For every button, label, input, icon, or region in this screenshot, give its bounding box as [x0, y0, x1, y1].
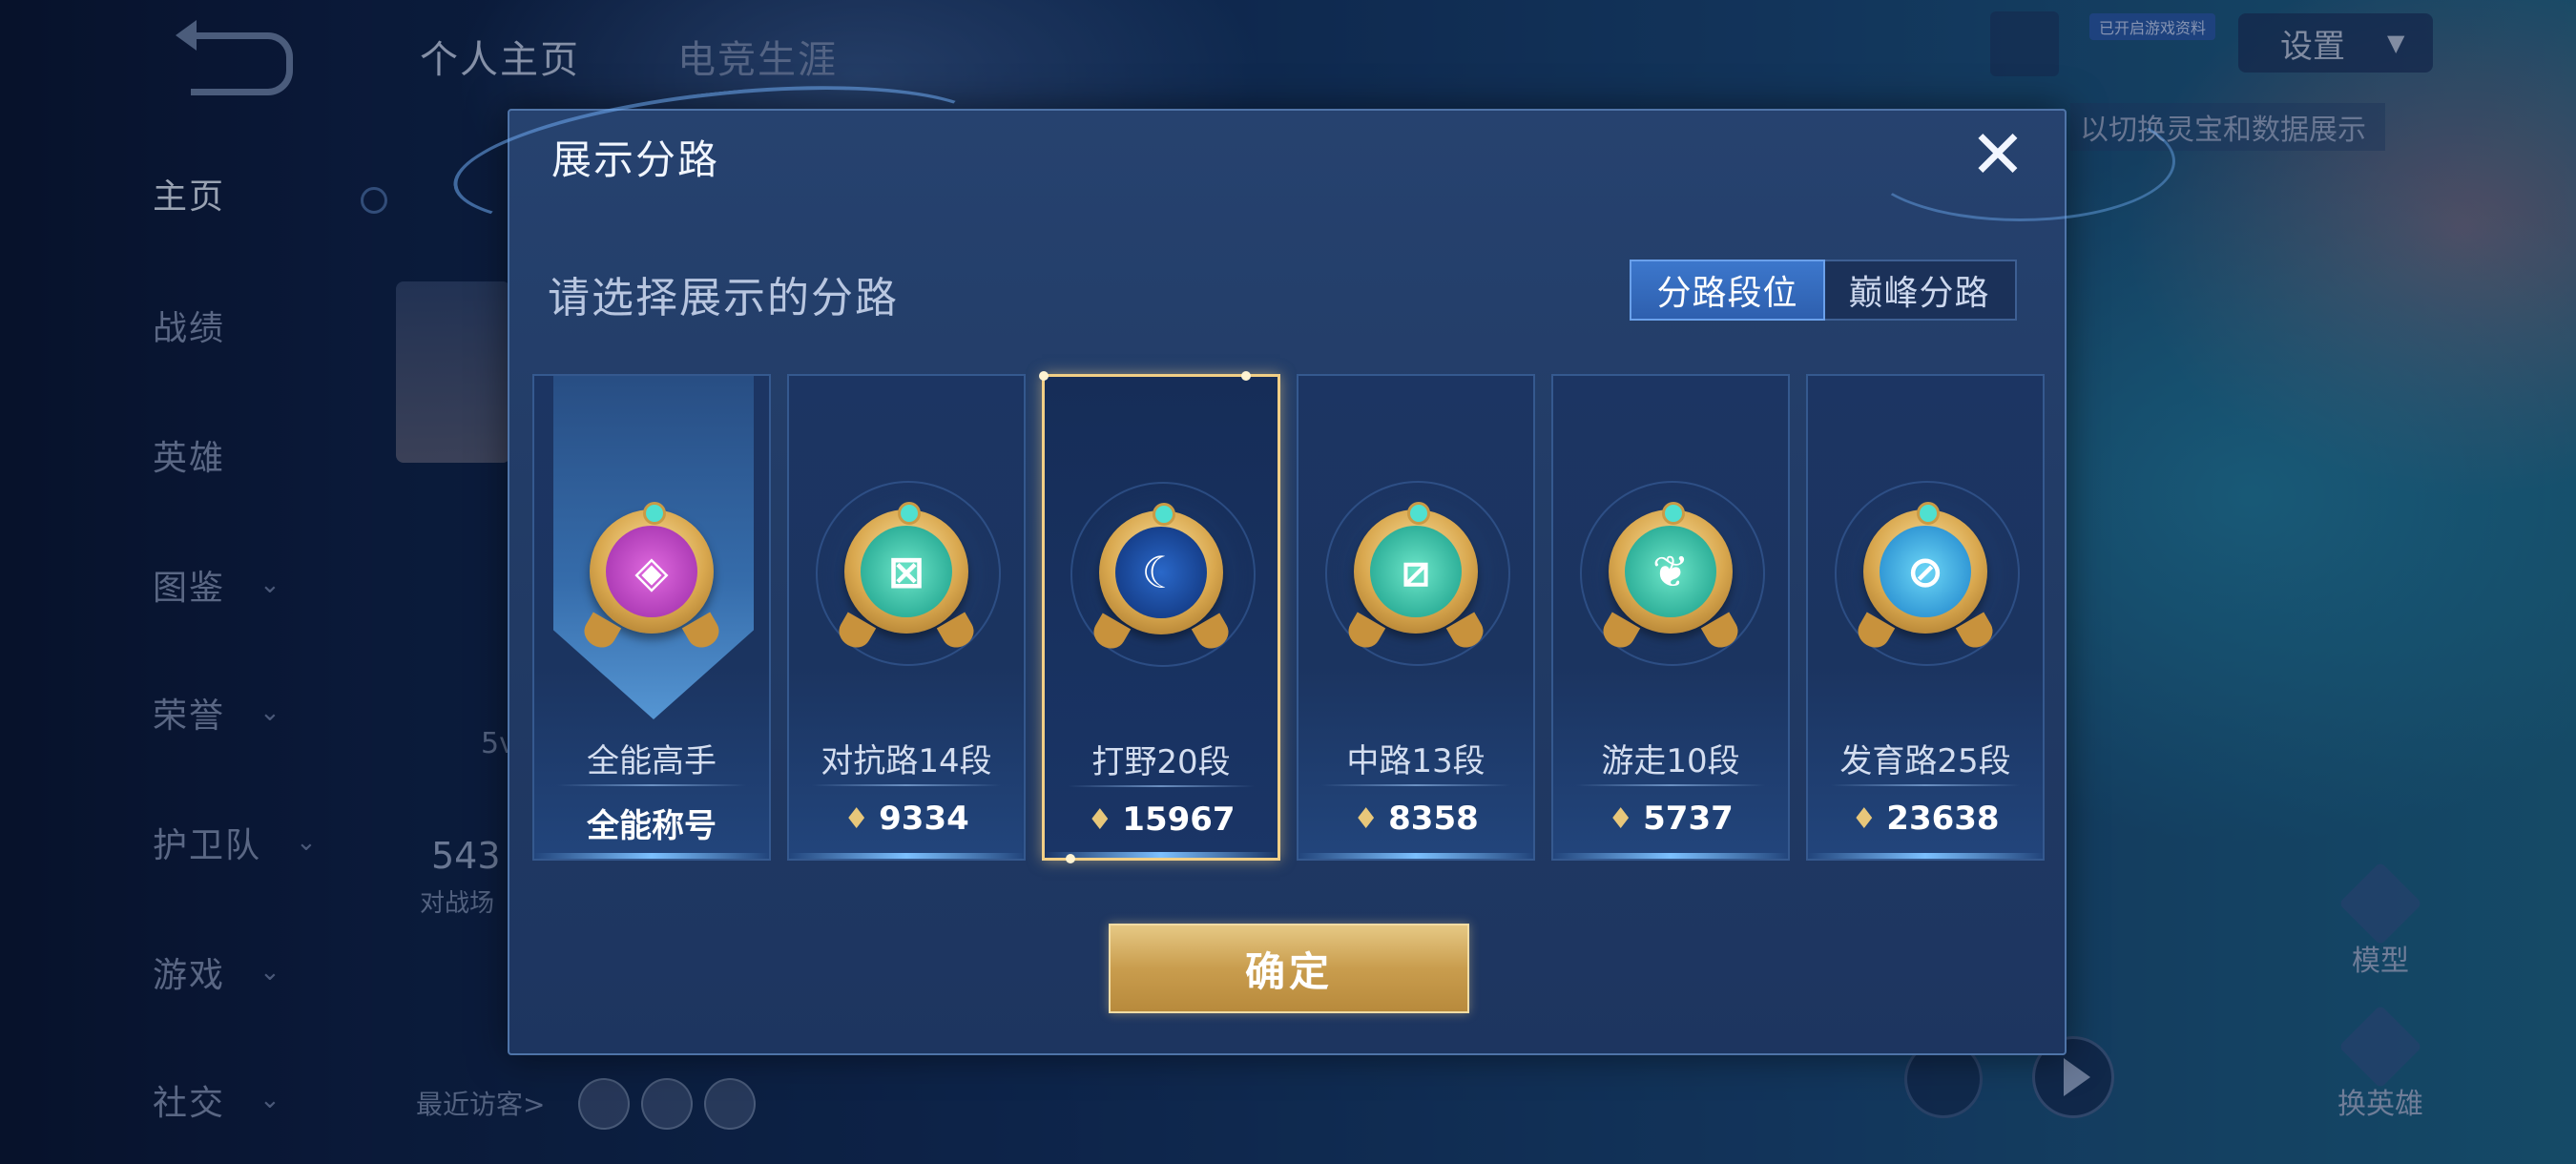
- mid-lane-icon: ⧄: [1370, 526, 1462, 617]
- farm-lane-icon: ⊘: [1880, 526, 1971, 617]
- divider: [1321, 784, 1510, 786]
- lane-name: 游走10段: [1601, 742, 1740, 780]
- points-icon: ♦: [1851, 801, 1878, 836]
- points-icon: ♦: [843, 801, 870, 836]
- card-glow: [1298, 853, 1533, 859]
- badge-gem: [1153, 503, 1175, 526]
- lane-card[interactable]: ❦ 游走10段 ♦ 5737: [1551, 374, 1790, 861]
- lane-name: 发育路25段: [1839, 742, 2011, 780]
- selection-corner: [1066, 854, 1075, 863]
- tab-peak-lane[interactable]: 巅峰分路: [1823, 261, 2015, 319]
- lane-score: ♦ 15967: [1045, 800, 1278, 839]
- rank-badge: ◈: [590, 502, 714, 634]
- lane-score-value: 5737: [1643, 800, 1734, 838]
- selection-corner: [1241, 371, 1251, 381]
- card-glow: [1808, 853, 2043, 859]
- lane-card[interactable]: ◈ 全能高手全能称号: [532, 374, 771, 861]
- divider: [1576, 784, 1765, 786]
- lane-score-value: 全能称号: [587, 807, 717, 845]
- lane-card[interactable]: ⧄ 中路13段 ♦ 8358: [1297, 374, 1535, 861]
- badge-gem: [1917, 502, 1940, 525]
- lane-score: ♦ 5737: [1553, 800, 1788, 838]
- card-glow: [1045, 852, 1278, 858]
- confirm-button[interactable]: 确定: [1109, 924, 1469, 1013]
- badge-gem: [898, 502, 921, 525]
- selection-corner: [1039, 371, 1049, 381]
- lane-card[interactable]: ⊠ 对抗路14段 ♦ 9334: [787, 374, 1026, 861]
- rank-badge: ❦: [1609, 502, 1733, 634]
- lane-score: ♦ 9334: [789, 800, 1024, 838]
- lane-name: 打野20段: [1091, 743, 1231, 781]
- points-icon: ♦: [1608, 801, 1634, 836]
- lane-score: ♦ 8358: [1298, 800, 1533, 838]
- lane-score-value: 23638: [1886, 800, 2000, 838]
- badge-gem: [1662, 502, 1685, 525]
- lane-score-value: 15967: [1122, 800, 1236, 839]
- tab-lane-rank[interactable]: 分路段位: [1630, 260, 1825, 321]
- lane-name: 全能高手: [587, 742, 717, 780]
- lane-card[interactable]: ☾ 打野20段 ♦ 15967: [1039, 371, 1280, 863]
- all-round-icon: ◈: [606, 526, 697, 617]
- dialog-subtitle: 请选择展示的分路: [548, 274, 899, 322]
- jungle-dragon-icon: ☾: [1115, 527, 1207, 618]
- card-glow: [534, 853, 769, 859]
- lane-name: 中路13段: [1346, 742, 1485, 780]
- card-glow: [789, 853, 1024, 859]
- close-icon[interactable]: ✕: [1967, 121, 2028, 188]
- roam-wings-icon: ❦: [1625, 526, 1716, 617]
- dialog-title: 展示分路: [551, 136, 720, 183]
- lane-score-value: 8358: [1388, 800, 1479, 838]
- card-glow: [1553, 853, 1788, 859]
- rank-badge: ⊘: [1863, 502, 1987, 634]
- lane-score: 全能称号: [534, 800, 769, 846]
- lane-score: ♦ 23638: [1808, 800, 2043, 838]
- divider: [812, 784, 1001, 786]
- points-icon: ♦: [1087, 802, 1113, 837]
- divider: [1068, 785, 1255, 787]
- lane-name: 对抗路14段: [821, 742, 992, 780]
- lane-score-value: 9334: [879, 800, 969, 838]
- badge-gem: [643, 502, 666, 525]
- rank-badge: ⊠: [844, 502, 968, 634]
- rank-badge: ⧄: [1354, 502, 1478, 634]
- lane-display-dialog: 展示分路 ✕ 请选择展示的分路 分路段位 巅峰分路 ◈ 全能高手全能称号 ⊠ 对抗路1…: [447, 63, 2175, 1055]
- points-icon: ♦: [1353, 801, 1380, 836]
- divider: [1831, 784, 2020, 786]
- badge-gem: [1407, 502, 1430, 525]
- lane-card[interactable]: ⊘ 发育路25段 ♦ 23638: [1806, 374, 2045, 861]
- lane-card-list: ◈ 全能高手全能称号 ⊠ 对抗路14段 ♦ 9334 ☾ 打野20段 ♦ 15967 ⧄ 中路13段 ♦…: [532, 371, 2049, 863]
- divider: [557, 784, 746, 786]
- clash-lane-icon: ⊠: [861, 526, 952, 617]
- lane-mode-toggle: 分路段位 巅峰分路: [1630, 260, 2017, 321]
- rank-badge: ☾: [1099, 503, 1223, 634]
